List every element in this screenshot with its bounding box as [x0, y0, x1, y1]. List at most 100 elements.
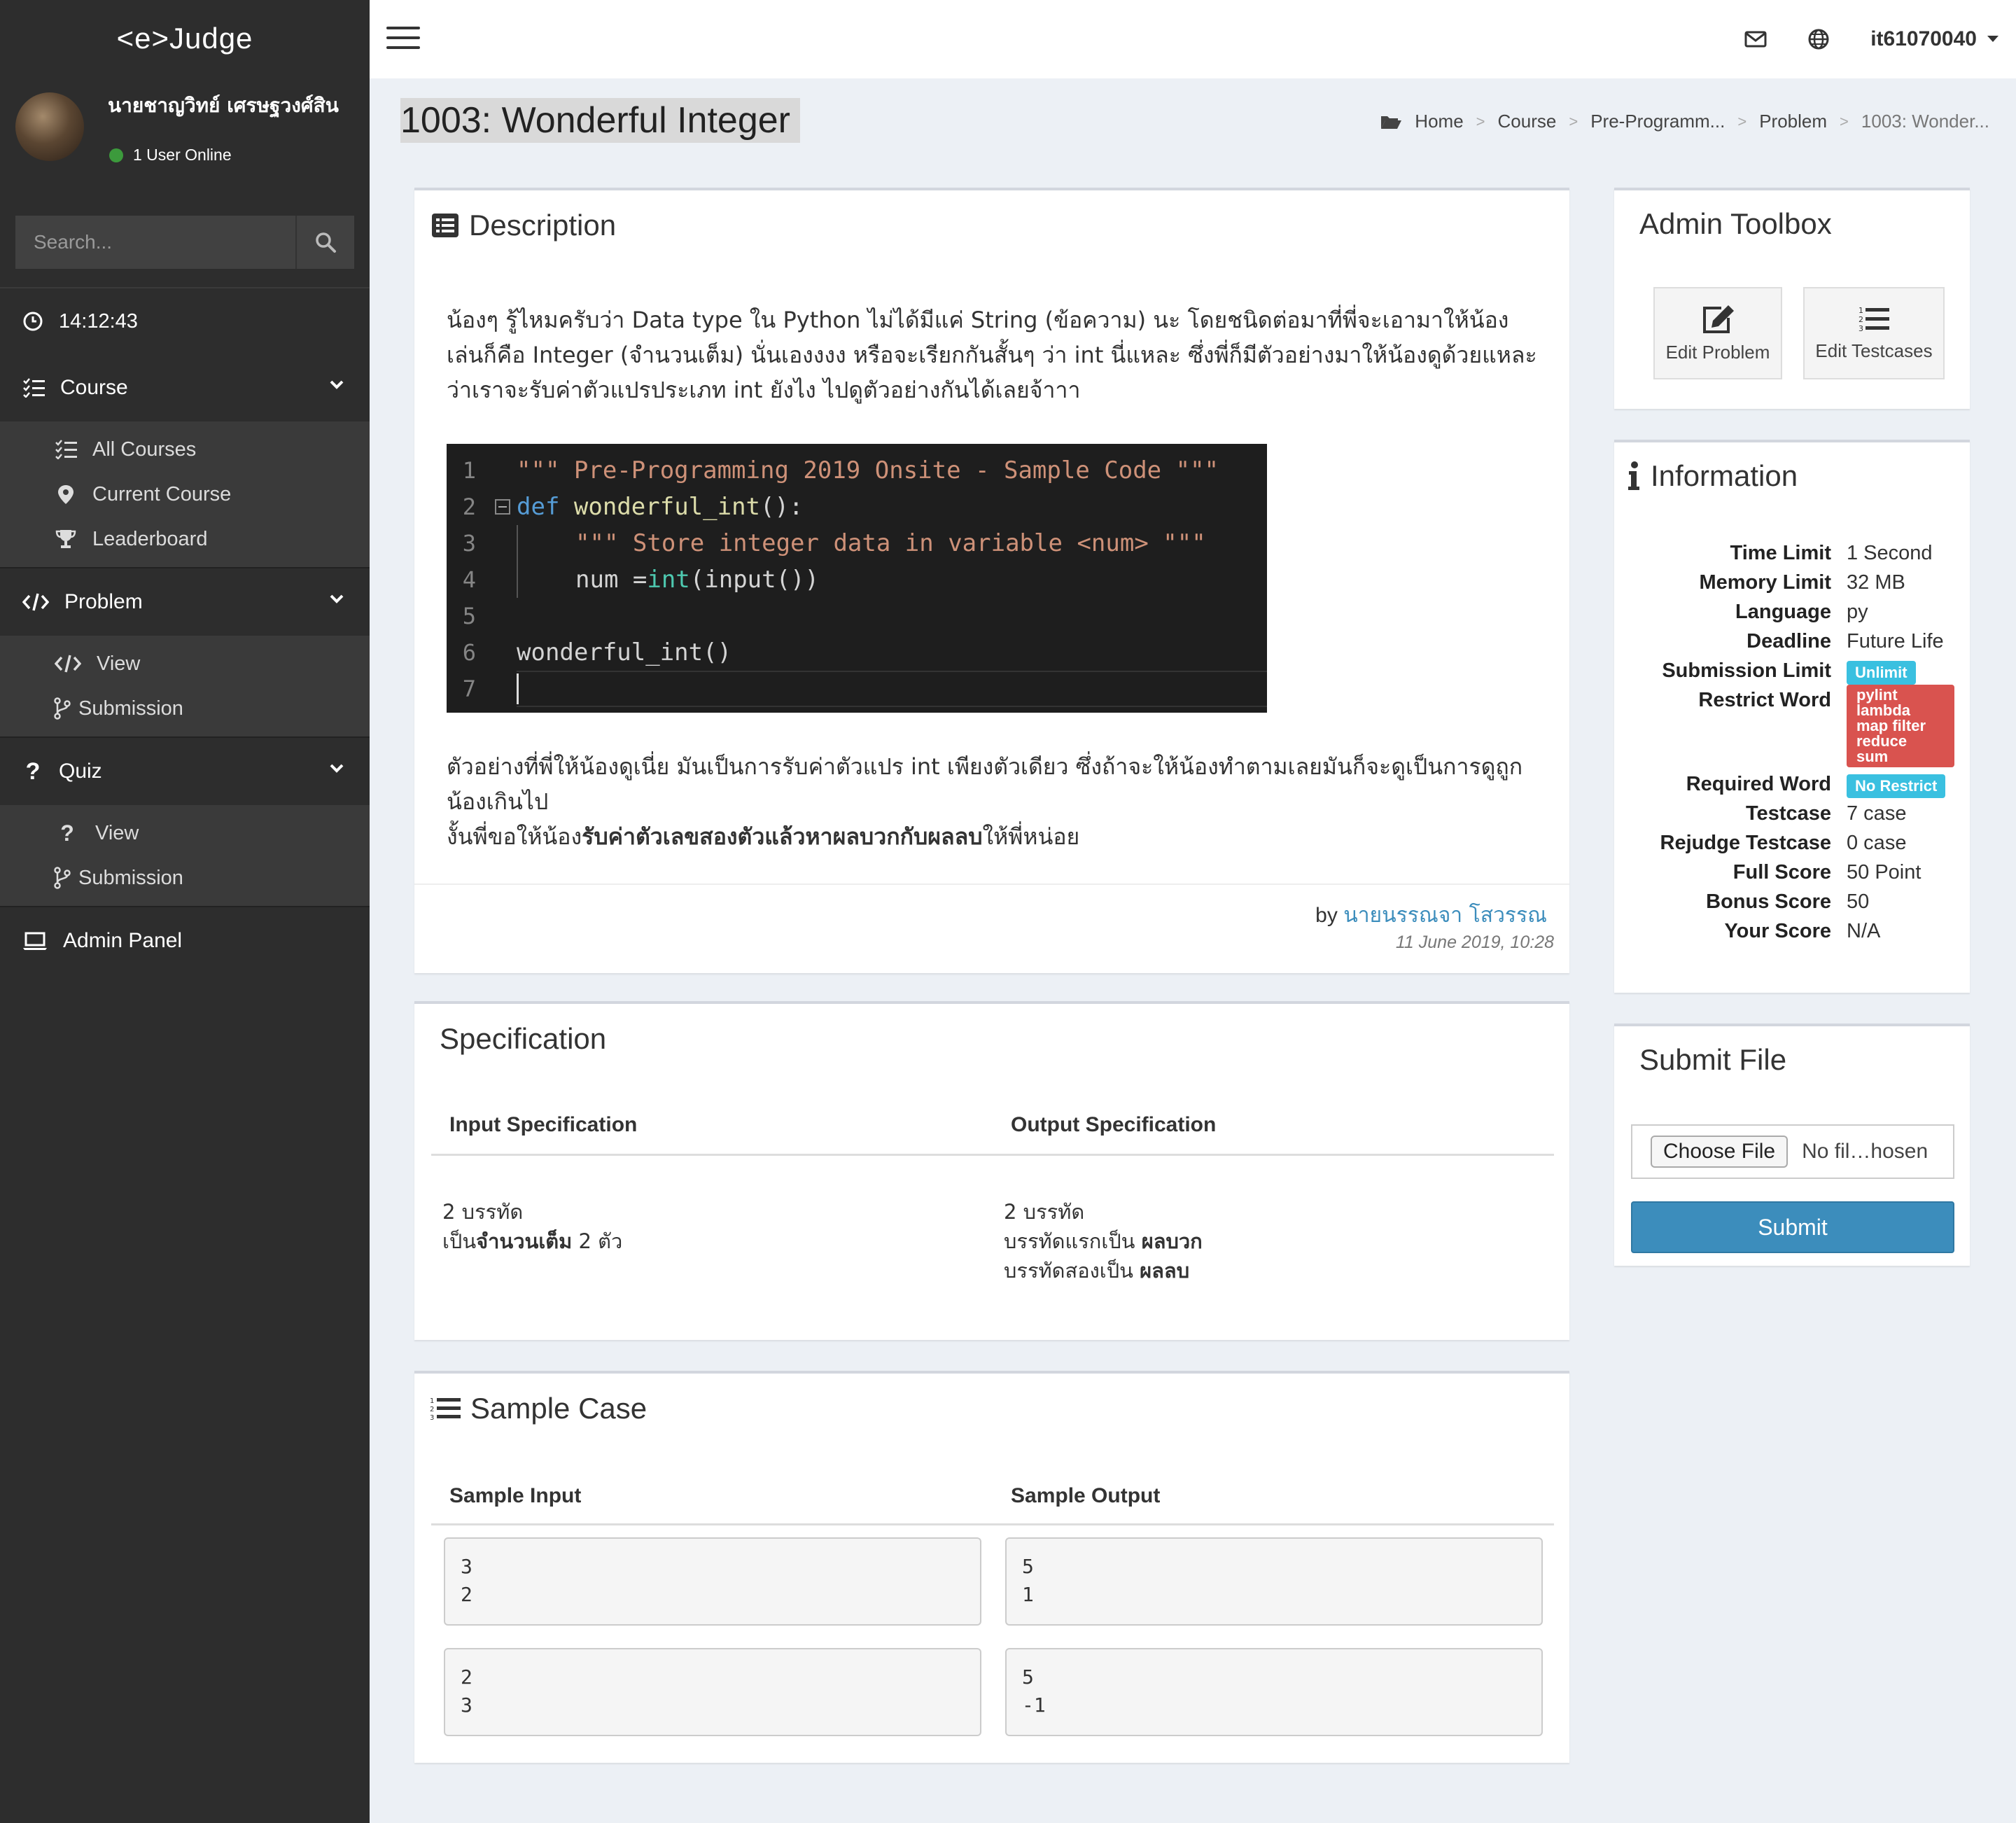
input-spec-text: 2 บรรทัด เป็นจำนวนเต็ม 2 ตัว: [442, 1200, 623, 1253]
sidebar-item-quiz-submission[interactable]: Submission: [0, 855, 370, 900]
sample-case-box: 123 Sample Case Sample Input Sample Outp…: [414, 1371, 1569, 1763]
chevron-down-icon: [330, 594, 344, 603]
divider: [431, 1154, 1554, 1156]
sidebar-item-label: Admin Panel: [63, 929, 183, 952]
online-status-text: 1 User Online: [133, 146, 232, 164]
sample-input-1[interactable]: 3 2: [444, 1537, 981, 1626]
specification-box: Specification Input Specification Output…: [414, 1001, 1569, 1340]
sidebar-item-quiz-view[interactable]: ? View: [0, 811, 370, 855]
sidebar-item-problem-submission[interactable]: Submission: [0, 686, 370, 731]
sidebar-item-label: Course: [60, 376, 128, 399]
specification-title: Specification: [440, 1022, 607, 1055]
code-sample-image: 1 """ Pre-Programming 2019 Onsite - Sampl…: [447, 444, 1267, 713]
author-line: by นายนรรณจา โสวรรณ: [1315, 903, 1547, 928]
sidebar-item-current-course[interactable]: Current Course: [0, 472, 370, 517]
breadcrumb-separator: >: [1476, 112, 1485, 130]
sidebar-item-problem-view[interactable]: View: [0, 641, 370, 686]
globe-icon[interactable]: [1807, 28, 1830, 50]
search-input[interactable]: [15, 216, 295, 269]
code-line: 1 """ Pre-Programming 2019 Onsite - Sampl…: [462, 456, 1219, 484]
user-name: นายชาญวิทย์ เศรษฐวงศ์สิน: [108, 94, 339, 117]
online-dot-icon: [109, 148, 123, 162]
sidebar-item-course[interactable]: Course: [0, 354, 370, 421]
breadcrumb-separator: >: [1737, 112, 1747, 130]
folder-open-icon: [1381, 116, 1402, 129]
svg-text:1: 1: [430, 1397, 434, 1405]
course-submenu: All Courses Current Course Leaderboard: [0, 421, 370, 568]
laptop-icon: [23, 932, 47, 950]
description-box: Description น้องๆ รู้ไหมครับว่า Data typ…: [414, 188, 1569, 973]
menu-label: Current Course: [92, 482, 232, 505]
breadcrumb-home[interactable]: Home: [1415, 111, 1463, 132]
sample-input-2[interactable]: 2 3: [444, 1648, 981, 1736]
info-language: Language py: [1735, 601, 1868, 623]
sample-output-2[interactable]: 5 -1: [1005, 1648, 1543, 1736]
code-icon: [55, 655, 81, 673]
divider: [431, 1523, 1554, 1525]
sample-case-header: 123 Sample Case: [430, 1392, 647, 1425]
information-title: Information: [1651, 459, 1798, 492]
sidebar-search: [15, 216, 354, 269]
sidebar-item-label: Problem: [64, 590, 143, 613]
breadcrumb: Home > Course > Pre-Programm... > Proble…: [1380, 111, 1989, 132]
description-paragraph-2: ตัวอย่างที่พี่ให้น้องดูเนี่ย มันเป็นการร…: [447, 749, 1553, 854]
sidebar-item-all-courses[interactable]: All Courses: [0, 427, 370, 472]
user-menu[interactable]: it61070040: [1870, 27, 1999, 51]
submit-button[interactable]: Submit: [1631, 1201, 1954, 1253]
svg-text:3: 3: [1858, 324, 1863, 333]
restrict-word-badge: pylint lambda map filter reduce sum: [1847, 685, 1954, 767]
search-icon: [316, 232, 336, 253]
svg-text:2: 2: [430, 1406, 434, 1413]
info-time-limit: Time Limit 1 Second: [1730, 542, 1933, 564]
sidebar-item-quiz[interactable]: ? Quiz: [0, 738, 370, 805]
sidebar-item-problem[interactable]: Problem: [0, 568, 370, 636]
breadcrumb-problem[interactable]: Problem: [1759, 111, 1827, 132]
menu-label: Leaderboard: [92, 527, 208, 550]
sidebar-item-admin-panel[interactable]: Admin Panel: [0, 907, 370, 975]
list-ol-icon: 123: [430, 1397, 461, 1421]
breadcrumb-course-name[interactable]: Pre-Programm...: [1590, 111, 1725, 132]
navbar-right: it61070040: [1744, 0, 1999, 78]
info-full-score: Full Score 50 Point: [1732, 861, 1921, 883]
sample-case-title: Sample Case: [470, 1392, 648, 1425]
user-menu-name: it61070040: [1870, 27, 1977, 50]
breadcrumb-course[interactable]: Course: [1498, 111, 1557, 132]
chevron-down-icon: [330, 764, 344, 773]
author-link[interactable]: นายนรรณจา โสวรรณ: [1343, 903, 1547, 928]
info-restrict-word: Restrict Word pylint lambda map filter r…: [1614, 685, 1970, 767]
sidebar-toggle-icon[interactable]: [386, 27, 420, 52]
code-line: 5: [462, 603, 476, 629]
sidebar-menu: Course All Courses Current Course Leader…: [0, 354, 370, 975]
sidebar-item-label: Quiz: [59, 760, 102, 783]
file-name-text: No fil…hosen: [1802, 1140, 1928, 1163]
description-text: ตัวอย่างที่พี่ให้น้องดูเนี่ย มันเป็นการร…: [447, 753, 1523, 815]
choose-file-button[interactable]: Choose File: [1651, 1136, 1788, 1168]
admin-toolbox: Admin Toolbox Edit Problem 123 Edit Test…: [1614, 188, 1970, 409]
info-deadline: Deadline Future Life: [1746, 630, 1944, 652]
edit-problem-button[interactable]: Edit Problem: [1653, 287, 1782, 379]
edit-testcases-label: Edit Testcases: [1815, 340, 1933, 361]
code-line: 4 num = int (input()): [447, 561, 1267, 598]
trophy-icon: [55, 530, 76, 548]
status-badge: No Restrict: [1847, 774, 1946, 798]
breadcrumb-separator: >: [1569, 112, 1578, 130]
user-panel: นายชาญวิทย์ เศรษฐวงศ์สิน 1 User Online: [0, 77, 370, 182]
menu-label: View: [97, 652, 141, 675]
menu-label: All Courses: [92, 438, 197, 461]
envelope-icon[interactable]: [1744, 31, 1767, 48]
sidebar: <e>Judge นายชาญวิทย์ เศรษฐวงศ์สิน 1 User…: [0, 0, 370, 1823]
admin-toolbox-title: Admin Toolbox: [1639, 207, 1832, 240]
menu-label: Submission: [78, 697, 183, 720]
info-your-score: Your Score N/A: [1724, 920, 1881, 942]
file-input[interactable]: Choose File No fil…hosen: [1631, 1124, 1954, 1179]
brand-logo[interactable]: <e>Judge: [0, 0, 370, 77]
sample-output-1[interactable]: 5 1: [1005, 1537, 1543, 1626]
fold-icon: [495, 499, 510, 515]
avatar: [15, 92, 84, 161]
code-line: 6 wonderful_int(): [462, 638, 732, 666]
search-button[interactable]: [295, 216, 354, 269]
online-status: 1 User Online: [109, 146, 232, 165]
info-bonus-score: Bonus Score 50: [1706, 890, 1870, 913]
sidebar-item-leaderboard[interactable]: Leaderboard: [0, 517, 370, 561]
edit-testcases-button[interactable]: 123 Edit Testcases: [1803, 287, 1945, 379]
